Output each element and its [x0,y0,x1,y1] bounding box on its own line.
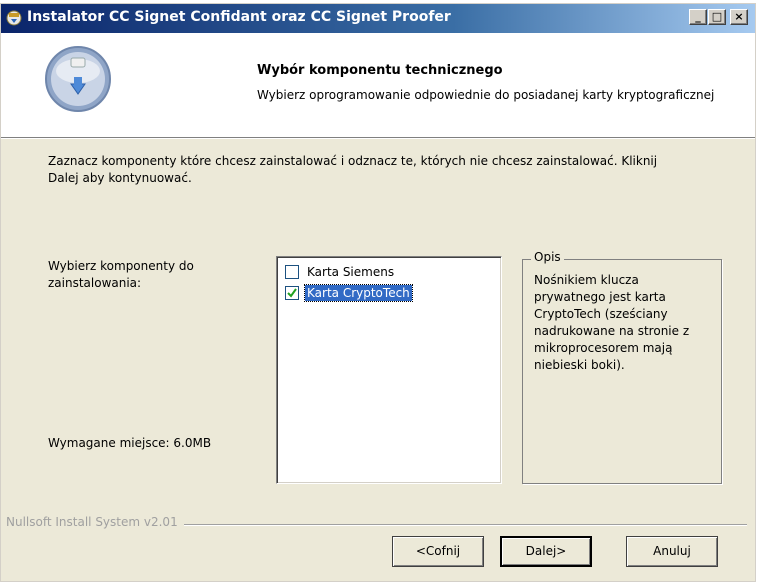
description-text: Nośnikiem klucza prywatnego jest karta C… [534,273,690,372]
cd-download-icon [45,46,111,112]
intro-text: Zaznacz komponenty które chcesz zainstal… [48,154,658,185]
header-divider-highlight [1,138,755,139]
components-list[interactable]: Karta Siemens Karta CryptoTech [276,256,502,484]
cancel-button[interactable]: Anuluj [626,536,718,567]
checkbox-karta-cryptotech[interactable] [285,286,299,300]
space-required-label: Wymagane miejsce: 6.0MB [48,436,212,450]
maximize-icon: □ [711,10,723,23]
description-legend: Opis [531,249,564,266]
close-button[interactable]: × [730,9,748,25]
installer-window: Instalator CC Signet Confidant oraz CC S… [0,3,756,582]
next-button[interactable]: Dalej> [500,536,592,567]
minimize-icon: _ [695,10,701,23]
window-title: Instalator CC Signet Confidant oraz CC S… [27,9,451,25]
close-icon: × [734,10,744,23]
back-button[interactable]: <Cofnij [392,536,484,567]
title-bar[interactable]: Instalator CC Signet Confidant oraz CC S… [1,4,755,33]
wizard-header: Wybór komponentu technicznego Wybierz op… [1,33,755,137]
checkmark-icon [287,288,297,298]
branding-divider-highlight [151,525,747,526]
choose-components-label: Wybierz komponenty do zainstalowania: [48,259,194,290]
component-label: Karta Siemens [307,265,395,279]
minimize-button[interactable]: _ [689,9,707,25]
page-title: Wybór komponentu technicznego [257,63,503,78]
component-label: Karta CryptoTech [304,284,413,302]
checkbox-karta-siemens[interactable] [285,265,299,279]
branding-text: Nullsoft Install System v2.01 [6,515,184,529]
maximize-button[interactable]: □ [708,9,726,25]
page-subtitle: Wybierz oprogramowanie odpowiednie do po… [257,88,715,102]
installer-icon [6,10,22,26]
